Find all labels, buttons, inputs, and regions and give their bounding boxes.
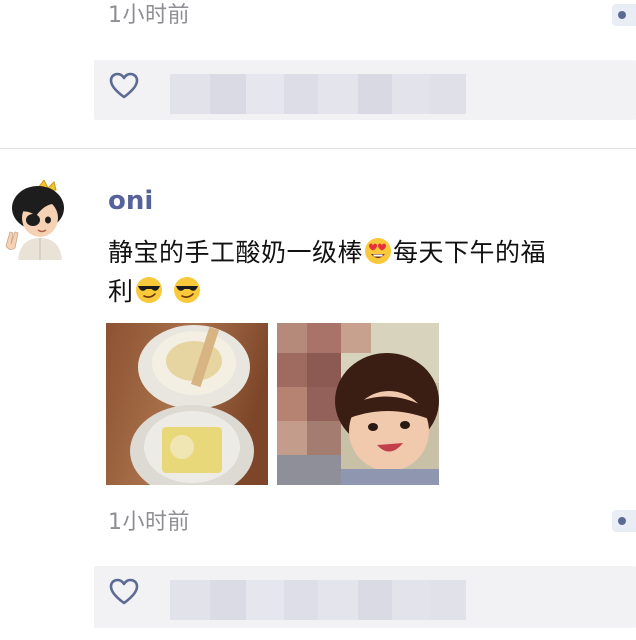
blurred-likers [170, 580, 466, 620]
comment-menu-button[interactable] [612, 510, 636, 532]
post-text-part: 静宝的手工酸奶一级棒 [108, 238, 364, 267]
post-text-part: 每天下午的福 [393, 238, 547, 267]
username-link[interactable]: oni [108, 188, 153, 214]
post-divider [0, 148, 636, 149]
child-selfie-photo[interactable] [277, 323, 439, 485]
heart-icon[interactable] [108, 576, 140, 608]
post-text-line-2: 利 [108, 272, 202, 312]
sunglasses-emoji [135, 277, 162, 303]
likes-bar[interactable] [94, 566, 636, 628]
heart-eyes-emoji [365, 238, 392, 264]
sunglasses-emoji [173, 277, 200, 303]
post-time: 1小时前 [108, 510, 190, 535]
avatar[interactable] [0, 180, 70, 260]
comment-menu-button[interactable] [612, 4, 636, 26]
blurred-likers [170, 74, 466, 114]
post-text-part: 利 [108, 277, 134, 306]
heart-icon[interactable] [108, 70, 140, 102]
post-time: 1小时前 [108, 3, 190, 28]
post-text-line-1: 静宝的手工酸奶一级棒 每天下午的福 [108, 233, 546, 273]
yogurt-jars-photo[interactable] [106, 323, 268, 485]
likes-bar[interactable] [94, 60, 636, 120]
